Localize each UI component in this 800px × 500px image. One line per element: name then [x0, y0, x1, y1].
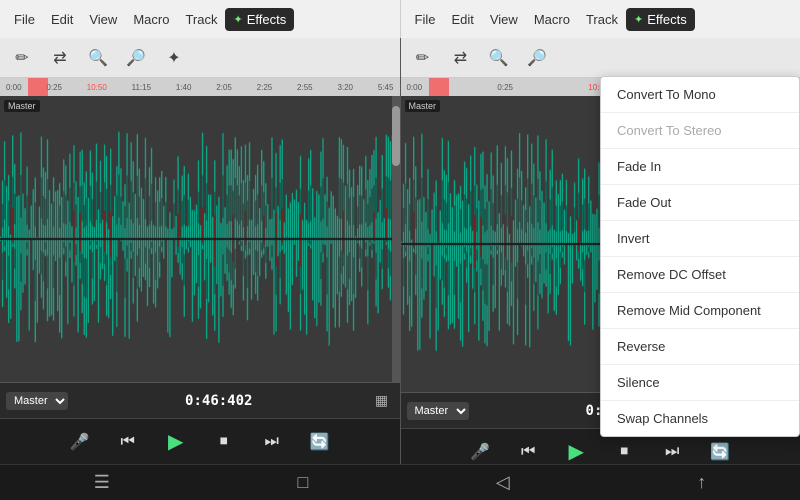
playhead-left — [28, 78, 48, 96]
menu-effects-left[interactable]: ✦ Effects — [225, 8, 294, 31]
zoom-in-btn[interactable]: 🔍 — [84, 44, 112, 72]
pencil-tool-btn-r[interactable]: ✏ — [409, 44, 437, 72]
right-panel-wrapper: ✏ ⇄ 🔍 🔍 0:00 0:25 10:50 11:15 1:15 Maste… — [401, 38, 800, 464]
left-track-panel: ✏ ⇄ 🔍 🔍 ✦ 0:00 0:25 10:50 11:15 1:40 2:0… — [0, 38, 401, 464]
effect-swap-channels[interactable]: Swap Channels — [601, 401, 799, 436]
cursor-tool-btn[interactable]: ✦ — [160, 44, 188, 72]
effect-reverse[interactable]: Reverse — [601, 329, 799, 365]
effect-silence[interactable]: Silence — [601, 365, 799, 401]
stop-btn-left[interactable]: ⏹ — [208, 426, 240, 458]
playhead-right — [429, 78, 449, 96]
menu-view-right[interactable]: View — [482, 8, 526, 31]
effects-icon-right: ✦ — [634, 13, 643, 26]
left-master-label: Master — [4, 100, 40, 112]
menu-macro-right[interactable]: Macro — [526, 8, 578, 31]
left-timeline-ruler: 0:00 0:25 10:50 11:15 1:40 2:05 2:25 2:5… — [0, 78, 400, 96]
pencil-tool-btn[interactable]: ✏ — [8, 44, 36, 72]
play-btn-right[interactable]: ▶ — [560, 436, 592, 464]
menu-file-left[interactable]: File — [6, 8, 43, 31]
effect-convert-mono[interactable]: Convert To Mono — [601, 77, 799, 113]
rewind-btn-right[interactable]: ⏮ — [512, 436, 544, 464]
left-bottom-controls: Master 0:46:402 ▦ — [0, 382, 400, 418]
left-scrollbar-thumb[interactable] — [392, 106, 400, 166]
effect-remove-dc[interactable]: Remove DC Offset — [601, 257, 799, 293]
ruler-ticks-left: 0:00 0:25 10:50 11:15 1:40 2:05 2:25 2:5… — [4, 83, 396, 92]
menu-macro-left[interactable]: Macro — [125, 8, 177, 31]
loop-btn-right[interactable]: 🔄 — [704, 436, 736, 464]
menu-file-right[interactable]: File — [407, 8, 444, 31]
left-waveform-view-btn[interactable]: ▦ — [370, 389, 394, 413]
nav-menu-btn[interactable]: ☰ — [78, 466, 126, 499]
menu-effects-right[interactable]: ✦ Effects — [626, 8, 695, 31]
mic-btn-right[interactable]: 🎤 — [464, 436, 496, 464]
nav-home-btn[interactable]: □ — [281, 466, 324, 499]
menu-track-left[interactable]: Track — [177, 8, 225, 31]
left-time-display: 0:46:402 — [72, 393, 366, 409]
zoom-out-btn[interactable]: 🔍 — [122, 44, 150, 72]
right-track-select[interactable]: Master — [407, 402, 469, 420]
zoom-in-btn-r[interactable]: 🔍 — [485, 44, 513, 72]
left-menu-panel: File Edit View Macro Track ✦ Effects — [0, 0, 401, 38]
select-tool-btn-r[interactable]: ⇄ — [447, 44, 475, 72]
right-master-label: Master — [405, 100, 441, 112]
main-content: ✏ ⇄ 🔍 🔍 ✦ 0:00 0:25 10:50 11:15 1:40 2:0… — [0, 38, 800, 464]
ff-btn-right[interactable]: ⏭ — [656, 436, 688, 464]
right-menu-panel: File Edit View Macro Track ✦ Effects — [401, 0, 800, 38]
left-waveform-canvas — [0, 96, 400, 382]
effects-dropdown-menu: Convert To Mono Convert To Stereo Fade I… — [600, 76, 800, 437]
effect-fade-out[interactable]: Fade Out — [601, 185, 799, 221]
menu-track-right[interactable]: Track — [578, 8, 626, 31]
rewind-btn-left[interactable]: ⏮ — [112, 426, 144, 458]
play-btn-left[interactable]: ▶ — [160, 426, 192, 458]
effects-icon-left: ✦ — [233, 13, 242, 26]
left-toolbar: ✏ ⇄ 🔍 🔍 ✦ — [0, 38, 400, 78]
effect-fade-in[interactable]: Fade In — [601, 149, 799, 185]
left-waveform-container[interactable]: Master — [0, 96, 400, 382]
menu-view-left[interactable]: View — [81, 8, 125, 31]
ff-btn-left[interactable]: ⏭ — [256, 426, 288, 458]
nav-up-btn[interactable]: ↑ — [681, 466, 722, 499]
stop-btn-right[interactable]: ⏹ — [608, 436, 640, 464]
loop-btn-left[interactable]: 🔄 — [304, 426, 336, 458]
right-toolbar: ✏ ⇄ 🔍 🔍 — [401, 38, 800, 78]
menu-edit-right[interactable]: Edit — [443, 8, 481, 31]
left-scrollbar[interactable] — [392, 96, 400, 382]
effect-convert-stereo: Convert To Stereo — [601, 113, 799, 149]
mic-btn-left[interactable]: 🎤 — [64, 426, 96, 458]
left-transport: 🎤 ⏮ ▶ ⏹ ⏭ 🔄 — [0, 418, 400, 464]
menu-edit-left[interactable]: Edit — [43, 8, 81, 31]
nav-back-btn[interactable]: ◁ — [480, 466, 526, 499]
zoom-out-btn-r[interactable]: 🔍 — [523, 44, 551, 72]
effect-invert[interactable]: Invert — [601, 221, 799, 257]
menu-bar: File Edit View Macro Track ✦ Effects Fil… — [0, 0, 800, 38]
system-nav-bar: ☰ □ ◁ ↑ — [0, 464, 800, 500]
effect-remove-mid[interactable]: Remove Mid Component — [601, 293, 799, 329]
left-track-select[interactable]: Master — [6, 392, 68, 410]
select-tool-btn[interactable]: ⇄ — [46, 44, 74, 72]
